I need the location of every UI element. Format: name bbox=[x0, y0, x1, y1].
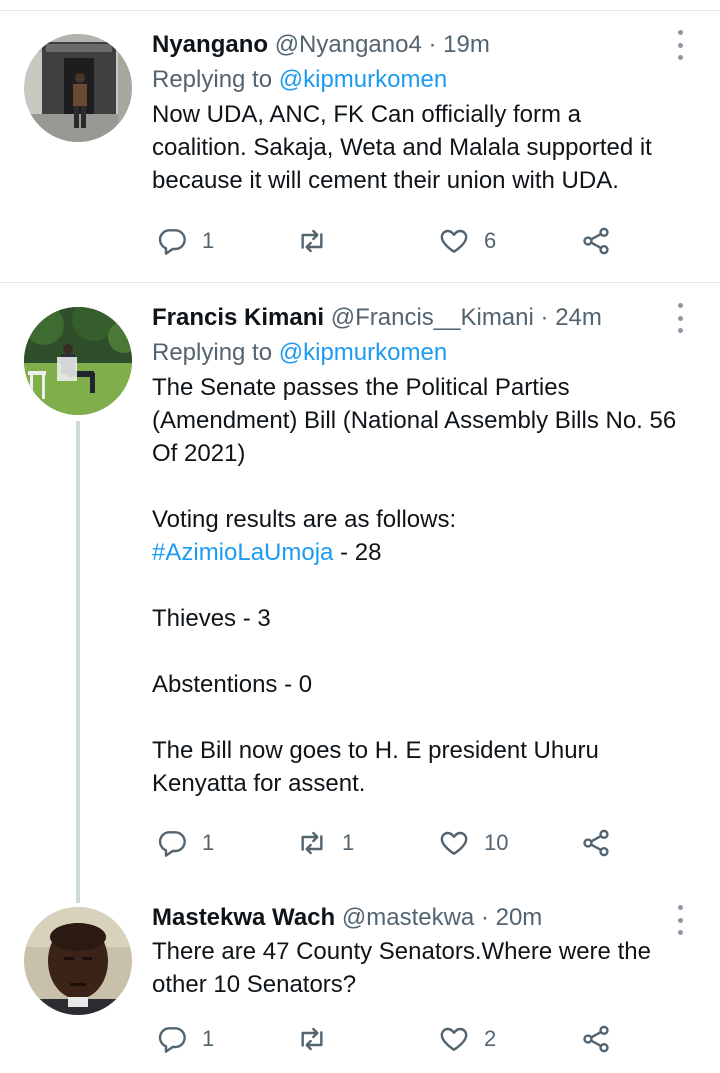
user-handle[interactable]: @Nyangano4 bbox=[275, 31, 422, 58]
reply-icon bbox=[158, 229, 186, 255]
retweet-icon bbox=[301, 831, 323, 855]
share-icon bbox=[583, 227, 609, 255]
reply-count: 1 bbox=[202, 228, 215, 253]
tweet-actions: 1 2 bbox=[152, 1019, 632, 1059]
share-button[interactable] bbox=[580, 823, 612, 863]
reply-button[interactable]: 1 bbox=[156, 221, 214, 261]
retweet-button[interactable]: 1 bbox=[296, 823, 354, 863]
avatar[interactable] bbox=[24, 34, 132, 142]
share-button[interactable] bbox=[580, 1019, 612, 1059]
tweet-text: There are 47 County Senators.Where were … bbox=[152, 938, 658, 998]
separator: · bbox=[480, 904, 489, 931]
tweet-actions: 1 1 10 bbox=[152, 823, 632, 863]
retweet-count: 1 bbox=[342, 830, 355, 855]
reply-count: 1 bbox=[202, 830, 215, 855]
reply-button[interactable]: 1 bbox=[156, 1019, 214, 1059]
tweet-header: Francis Kimani @Francis__Kimani · 24m bbox=[152, 303, 680, 333]
avatar[interactable] bbox=[24, 307, 132, 415]
thread-line bbox=[76, 421, 80, 903]
timestamp[interactable]: 24m bbox=[555, 304, 602, 331]
tweet-nyangano[interactable]: Nyangano @Nyangano4 · 19m Replying to @k… bbox=[0, 10, 720, 282]
display-name[interactable]: Nyangano bbox=[152, 31, 268, 58]
user-handle[interactable]: @Francis__Kimani bbox=[331, 304, 534, 331]
replying-to: Replying to @kipmurkomen bbox=[152, 64, 680, 96]
tweet-mastekwa-wach[interactable]: Mastekwa Wach @mastekwa · 20m There are … bbox=[0, 883, 720, 1073]
tweet-header: Mastekwa Wach @mastekwa · 20m bbox=[152, 903, 680, 933]
separator: · bbox=[540, 304, 549, 331]
timestamp[interactable]: 20m bbox=[496, 904, 543, 931]
display-name[interactable]: Mastekwa Wach bbox=[152, 904, 335, 931]
tweet-text-part: Thieves - 3 Abstentions - 0 The Bill now… bbox=[152, 605, 599, 797]
heart-icon bbox=[440, 1027, 468, 1051]
share-button[interactable] bbox=[580, 221, 612, 261]
display-name[interactable]: Francis Kimani bbox=[152, 304, 324, 331]
replying-prefix: Replying to bbox=[152, 339, 273, 366]
retweet-icon bbox=[301, 1027, 323, 1051]
separator: · bbox=[428, 31, 437, 58]
retweet-button[interactable] bbox=[296, 221, 342, 261]
reply-count: 1 bbox=[202, 1026, 215, 1051]
share-icon bbox=[583, 1025, 609, 1053]
like-count: 10 bbox=[484, 830, 509, 855]
timestamp[interactable]: 19m bbox=[443, 31, 490, 58]
tweet-text: The Senate passes the Political Parties … bbox=[152, 371, 680, 800]
retweet-icon bbox=[301, 229, 323, 253]
like-button[interactable]: 10 bbox=[438, 823, 508, 863]
share-icon bbox=[583, 829, 609, 857]
avatar[interactable] bbox=[24, 907, 132, 1015]
mention-link[interactable]: @kipmurkomen bbox=[279, 66, 447, 93]
reply-icon bbox=[158, 831, 186, 857]
user-handle[interactable]: @mastekwa bbox=[342, 904, 474, 931]
heart-icon bbox=[440, 831, 468, 855]
like-count: 2 bbox=[484, 1026, 497, 1051]
hashtag-suffix: - 28 bbox=[333, 539, 382, 566]
reply-button[interactable]: 1 bbox=[156, 823, 214, 863]
retweet-button[interactable] bbox=[296, 1019, 342, 1059]
tweet-header: Nyangano @Nyangano4 · 19m bbox=[152, 30, 680, 60]
replying-prefix: Replying to bbox=[152, 66, 273, 93]
hashtag-link[interactable]: #AzimioLaUmoja bbox=[152, 539, 333, 566]
reply-icon bbox=[158, 1027, 186, 1053]
tweet-text-part: The Senate passes the Political Parties … bbox=[152, 374, 677, 533]
replying-to: Replying to @kipmurkomen bbox=[152, 337, 680, 369]
tweet-francis-kimani[interactable]: Francis Kimani @Francis__Kimani · 24m Re… bbox=[0, 283, 720, 903]
tweet-text: Now UDA, ANC, FK Can officially form a c… bbox=[152, 101, 659, 194]
tweet-actions: 1 6 bbox=[152, 221, 632, 261]
mention-link[interactable]: @kipmurkomen bbox=[279, 339, 447, 366]
like-count: 6 bbox=[484, 228, 497, 253]
like-button[interactable]: 6 bbox=[438, 221, 496, 261]
heart-icon bbox=[440, 229, 468, 253]
like-button[interactable]: 2 bbox=[438, 1019, 496, 1059]
